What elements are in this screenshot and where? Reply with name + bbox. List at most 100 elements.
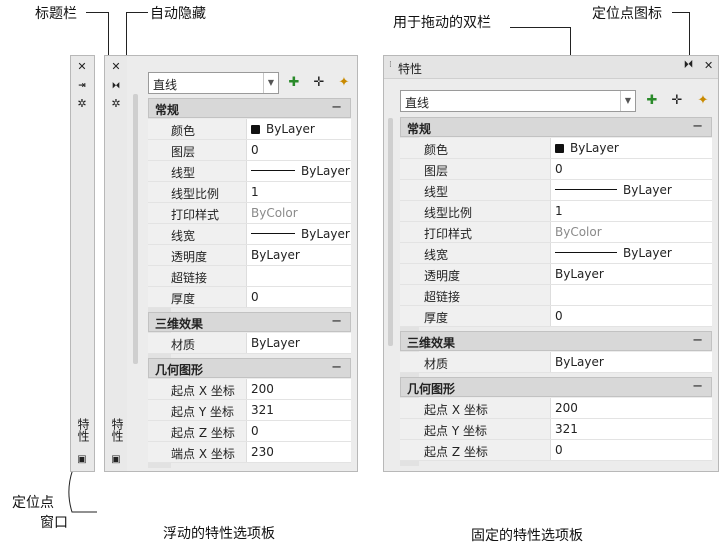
collapse-toggle-icon[interactable]: − [692, 379, 703, 394]
close-icon[interactable]: ✕ [75, 61, 89, 73]
property-value[interactable]: 0 [555, 162, 563, 176]
property-value-text: 0 [251, 143, 259, 157]
property-label: 厚度 [424, 311, 449, 325]
property-row[interactable]: 超链接 [400, 285, 712, 306]
pickadd-toggle-icon[interactable]: ✦ [695, 93, 711, 109]
property-row[interactable]: 透明度 ByLayer [400, 264, 712, 285]
property-value[interactable]: 230 [251, 445, 274, 459]
property-value[interactable]: ByLayer [555, 355, 604, 369]
property-row[interactable]: 透明度 ByLayer [148, 245, 351, 266]
property-value[interactable]: ByLayer [555, 183, 672, 197]
property-value-text: 321 [251, 403, 274, 417]
property-row[interactable]: 颜色 ByLayer [400, 138, 712, 159]
property-row[interactable]: 图层 0 [148, 140, 351, 161]
settings-icon[interactable]: ✲ [75, 98, 89, 110]
property-value[interactable]: 0 [555, 309, 563, 323]
property-value[interactable]: 0 [251, 424, 259, 438]
section-header[interactable]: 三维效果 − [148, 312, 351, 332]
auto-hide-icon[interactable]: ⏵⏴ [109, 80, 123, 92]
property-label: 线宽 [171, 229, 196, 243]
property-value[interactable]: ByLayer [251, 227, 350, 241]
section-header[interactable]: 常规 − [148, 98, 351, 118]
select-objects-icon[interactable]: ✛ [669, 93, 685, 109]
anchor-icon[interactable]: ⏵⏴ [684, 60, 693, 70]
collapse-toggle-icon[interactable]: − [331, 314, 342, 329]
property-value[interactable]: 0 [251, 290, 259, 304]
property-value-text: ByLayer [266, 122, 315, 136]
property-row[interactable]: 线型 ByLayer [400, 180, 712, 201]
collapse-toggle-icon[interactable]: − [331, 100, 342, 115]
dropdown-arrow-icon[interactable]: ▼ [620, 91, 635, 111]
property-row[interactable]: 材质 ByLayer [400, 352, 712, 373]
property-value[interactable]: ByLayer [555, 267, 604, 281]
property-value[interactable]: 0 [251, 143, 259, 157]
property-row[interactable]: 打印样式 ByColor [400, 222, 712, 243]
pin-icon[interactable]: ⇥ [75, 80, 89, 92]
property-row[interactable]: 线型比例 1 [400, 201, 712, 222]
property-value[interactable]: 1 [251, 185, 259, 199]
collapse-toggle-icon[interactable]: − [692, 333, 703, 348]
docked-title-bar[interactable]: ⁞ 特性 ⏵⏴ ✕ [384, 56, 718, 79]
property-value[interactable]: ByColor [555, 225, 602, 239]
property-value[interactable]: ByLayer [251, 164, 350, 178]
property-row[interactable]: 材质 ByLayer [148, 333, 351, 354]
object-type-select[interactable]: 直线 ▼ [148, 72, 279, 94]
floating-title-bar[interactable]: ✕ ⏵⏴ ✲ 特性 ▣ [104, 55, 128, 472]
quick-select-icon[interactable]: ✚ [286, 75, 302, 91]
scrollbar[interactable] [133, 94, 138, 364]
section-header[interactable]: 几何图形 − [148, 358, 351, 378]
property-value[interactable]: ByColor [251, 206, 298, 220]
property-row[interactable]: 起点 Z 坐标 0 [400, 440, 712, 461]
property-row[interactable]: 线宽 ByLayer [400, 243, 712, 264]
property-value[interactable]: ByLayer [251, 336, 300, 350]
property-row[interactable]: 打印样式 ByColor [148, 203, 351, 224]
object-type-select[interactable]: 直线 ▼ [400, 90, 636, 112]
property-value[interactable]: ByLayer [555, 246, 672, 260]
scrollbar[interactable] [388, 118, 393, 346]
property-row[interactable]: 线型比例 1 [148, 182, 351, 203]
property-row[interactable]: 颜色 ByLayer [148, 119, 351, 140]
section-header[interactable]: 三维效果 − [400, 331, 712, 351]
settings-icon[interactable]: ✲ [109, 98, 123, 110]
property-value[interactable]: ByLayer [251, 122, 315, 136]
property-row[interactable]: 起点 X 坐标 200 [148, 379, 351, 400]
anchor-window[interactable]: ✕ ⇥ ✲ 特性 ▣ [70, 55, 95, 472]
grip-icon[interactable]: ⁞ [389, 60, 392, 70]
property-row[interactable]: 厚度 0 [148, 287, 351, 308]
property-value[interactable]: 321 [555, 422, 578, 436]
property-value-text: ByLayer [301, 164, 350, 178]
property-row[interactable]: 端点 X 坐标 230 [148, 442, 351, 463]
property-value-text: ByColor [251, 206, 298, 220]
select-objects-icon[interactable]: ✛ [311, 75, 327, 91]
section-header[interactable]: 几何图形 − [400, 377, 712, 397]
property-value-text: 0 [555, 162, 563, 176]
property-row[interactable]: 起点 Y 坐标 321 [148, 400, 351, 421]
property-row[interactable]: 起点 Y 坐标 321 [400, 419, 712, 440]
property-row[interactable]: 起点 Z 坐标 0 [148, 421, 351, 442]
property-value[interactable]: ByLayer [251, 248, 300, 262]
pickadd-toggle-icon[interactable]: ✦ [336, 75, 352, 91]
close-icon[interactable]: ✕ [109, 61, 123, 73]
section-header[interactable]: 常规 − [400, 117, 712, 137]
property-row[interactable]: 超链接 [148, 266, 351, 287]
close-icon[interactable]: ✕ [704, 59, 713, 72]
property-value[interactable]: 200 [251, 382, 274, 396]
property-value[interactable]: 0 [555, 443, 563, 457]
property-row[interactable]: 图层 0 [400, 159, 712, 180]
section-title: 常规 [155, 103, 180, 117]
property-value[interactable]: 321 [251, 403, 274, 417]
quick-select-icon[interactable]: ✚ [644, 93, 660, 109]
collapse-toggle-icon[interactable]: − [692, 119, 703, 134]
property-value[interactable]: 200 [555, 401, 578, 415]
property-value[interactable]: 1 [555, 204, 563, 218]
collapse-toggle-icon[interactable]: − [331, 360, 342, 375]
property-row[interactable]: 线型 ByLayer [148, 161, 351, 182]
property-row[interactable]: 厚度 0 [400, 306, 712, 327]
property-row[interactable]: 线宽 ByLayer [148, 224, 351, 245]
dropdown-arrow-icon[interactable]: ▼ [263, 73, 278, 93]
property-row[interactable]: 起点 X 坐标 200 [400, 398, 712, 419]
section-title: 三维效果 [407, 336, 456, 350]
property-value[interactable]: ByLayer [555, 141, 619, 155]
property-value-text: 0 [251, 424, 259, 438]
property-label: 线型比例 [424, 206, 473, 220]
